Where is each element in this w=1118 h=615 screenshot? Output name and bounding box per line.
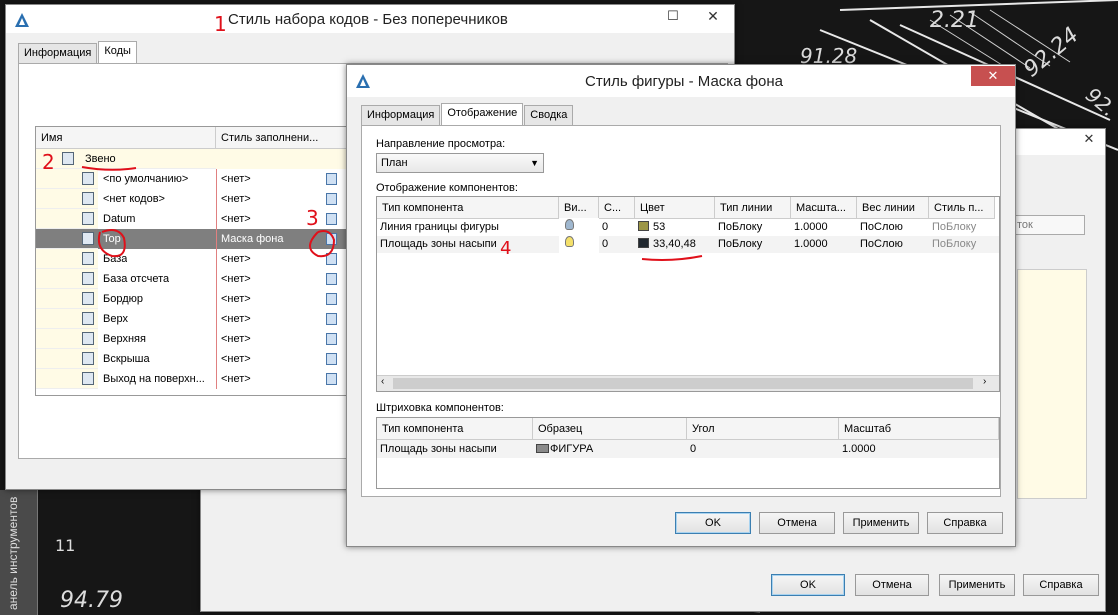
circle-mark bbox=[309, 230, 336, 258]
red-markup-strokes bbox=[81, 166, 703, 261]
circle-mark bbox=[97, 229, 126, 258]
underline-mark bbox=[81, 166, 137, 171]
underline-mark bbox=[641, 255, 703, 261]
